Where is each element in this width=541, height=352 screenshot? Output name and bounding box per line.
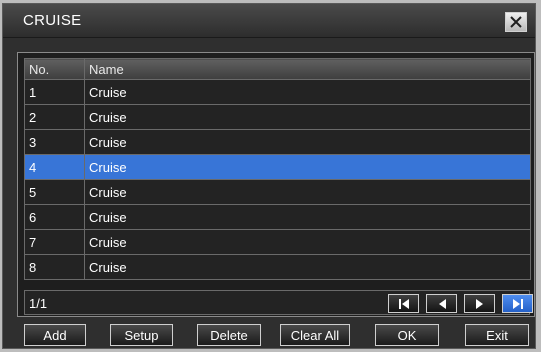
last-page-button[interactable] — [502, 294, 533, 313]
pagination-bar: 1/1 — [24, 290, 533, 315]
last-page-icon — [512, 298, 523, 309]
table-row[interactable]: 6 Cruise — [24, 204, 531, 230]
table-row-selected[interactable]: 4 Cruise — [24, 154, 531, 180]
row-number: 6 — [24, 204, 85, 230]
row-name: Cruise — [84, 129, 531, 155]
close-button[interactable] — [505, 12, 527, 32]
previous-page-button[interactable] — [426, 294, 457, 313]
table-row[interactable]: 5 Cruise — [24, 179, 531, 205]
column-header-no: No. — [24, 58, 85, 80]
add-button[interactable]: Add — [24, 324, 86, 346]
row-number: 4 — [24, 154, 85, 180]
row-name: Cruise — [84, 104, 531, 130]
delete-button[interactable]: Delete — [197, 324, 261, 346]
ok-button[interactable]: OK — [375, 324, 439, 346]
first-page-icon — [398, 298, 409, 309]
row-name: Cruise — [84, 204, 531, 230]
close-icon — [510, 16, 522, 28]
first-page-button[interactable] — [388, 294, 419, 313]
row-name: Cruise — [84, 79, 531, 105]
cruise-list-panel: No. Name 1 Cruise 2 Cruise 3 Cruise 4 Cr… — [17, 52, 535, 317]
table-header-row: No. Name — [24, 58, 531, 80]
row-number: 3 — [24, 129, 85, 155]
next-page-button[interactable] — [464, 294, 495, 313]
row-number: 8 — [24, 254, 85, 280]
row-number: 1 — [24, 79, 85, 105]
setup-button[interactable]: Setup — [110, 324, 173, 346]
exit-button[interactable]: Exit — [465, 324, 529, 346]
row-number: 7 — [24, 229, 85, 255]
page-indicator: 1/1 — [29, 296, 48, 311]
table-row[interactable]: 8 Cruise — [24, 254, 531, 280]
row-number: 5 — [24, 179, 85, 205]
next-page-icon — [475, 298, 483, 309]
row-name: Cruise — [84, 229, 531, 255]
clear-all-button[interactable]: Clear All — [280, 324, 350, 346]
table-row[interactable]: 1 Cruise — [24, 79, 531, 105]
title-bar: CRUISE — [3, 4, 535, 38]
row-name: Cruise — [84, 154, 531, 180]
row-number: 2 — [24, 104, 85, 130]
row-name: Cruise — [84, 179, 531, 205]
dialog-title: CRUISE — [23, 12, 82, 29]
cruise-dialog: CRUISE No. Name 1 Cruise 2 Cruise 3 Crui… — [2, 3, 536, 349]
previous-page-icon — [438, 298, 446, 309]
row-name: Cruise — [84, 254, 531, 280]
table-row[interactable]: 7 Cruise — [24, 229, 531, 255]
table-row[interactable]: 2 Cruise — [24, 104, 531, 130]
column-header-name: Name — [84, 58, 531, 80]
cruise-table: No. Name 1 Cruise 2 Cruise 3 Cruise 4 Cr… — [24, 58, 531, 280]
table-row[interactable]: 3 Cruise — [24, 129, 531, 155]
